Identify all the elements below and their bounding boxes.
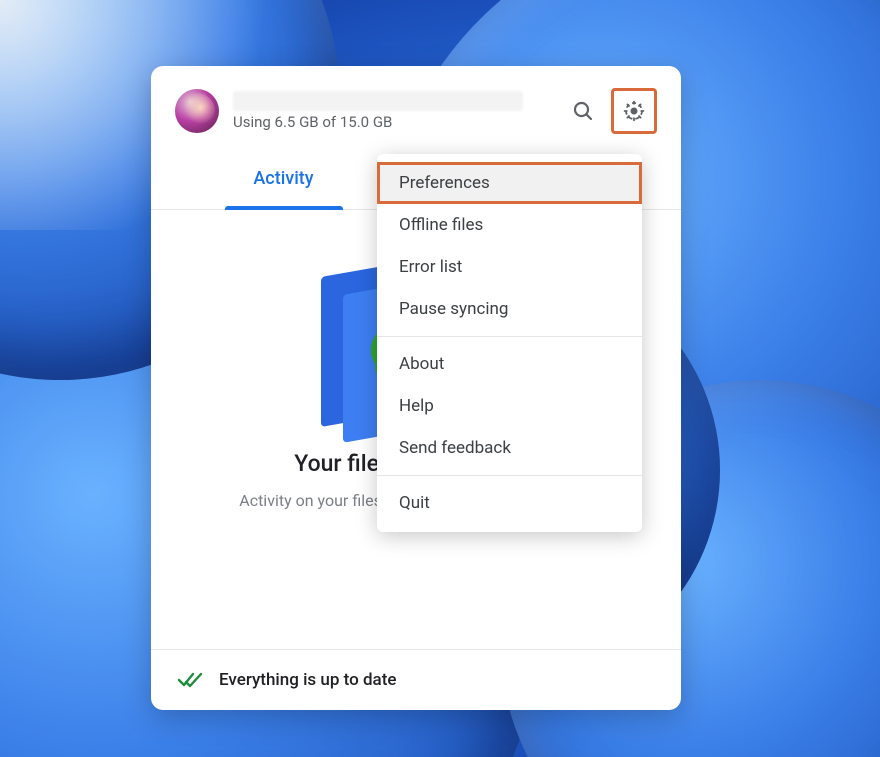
menu-item-preferences[interactable]: Preferences xyxy=(377,162,642,204)
menu-item-error-list[interactable]: Error list xyxy=(377,246,642,288)
menu-item-help[interactable]: Help xyxy=(377,385,642,427)
desktop-wallpaper: Using 6.5 GB of 15.0 GB xyxy=(0,0,880,757)
menu-divider xyxy=(377,336,642,337)
gear-icon xyxy=(622,99,646,123)
menu-divider xyxy=(377,475,642,476)
avatar[interactable] xyxy=(175,89,219,133)
account-info: Using 6.5 GB of 15.0 GB xyxy=(233,91,563,131)
menu-item-offline-files[interactable]: Offline files xyxy=(377,204,642,246)
panel-footer: Everything is up to date xyxy=(151,649,681,710)
storage-usage-text: Using 6.5 GB of 15.0 GB xyxy=(233,113,563,131)
account-email-redacted xyxy=(233,91,523,111)
menu-item-send-feedback[interactable]: Send feedback xyxy=(377,427,642,469)
sync-status-text: Everything is up to date xyxy=(219,670,396,690)
settings-menu: Preferences Offline files Error list Pau… xyxy=(377,154,642,532)
settings-button[interactable] xyxy=(618,95,650,127)
drive-panel: Using 6.5 GB of 15.0 GB xyxy=(151,66,681,710)
settings-highlight xyxy=(611,88,657,134)
menu-item-quit[interactable]: Quit xyxy=(377,482,642,524)
menu-item-about[interactable]: About xyxy=(377,343,642,385)
search-button[interactable] xyxy=(563,91,603,131)
panel-header: Using 6.5 GB of 15.0 GB xyxy=(151,66,681,142)
search-icon xyxy=(571,99,595,123)
double-check-icon xyxy=(177,670,203,690)
menu-item-pause-syncing[interactable]: Pause syncing xyxy=(377,288,642,330)
